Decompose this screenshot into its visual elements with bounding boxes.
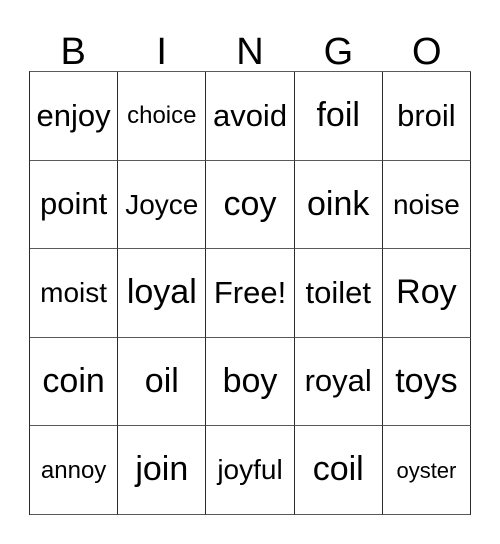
bingo-cell[interactable]: oil [118, 337, 207, 427]
bingo-cell-label: noise [392, 188, 460, 220]
bingo-header-letter: I [156, 31, 167, 73]
bingo-header-row: B I N G O [29, 18, 471, 71]
bingo-cell[interactable]: boy [206, 337, 295, 427]
bingo-row: moist loyal Free! toilet Roy [30, 249, 472, 338]
bingo-cell[interactable]: noise [382, 160, 472, 250]
bingo-header-cell-o: O [383, 18, 471, 71]
bingo-cell[interactable]: coil [294, 426, 383, 515]
bingo-cell[interactable]: oink [294, 160, 383, 250]
bingo-cell-label: annoy [40, 456, 107, 484]
bingo-cell-label: moist [40, 277, 108, 309]
bingo-cell-label: Joyce [125, 188, 199, 220]
bingo-header-letter: N [236, 31, 264, 73]
bingo-header-letter: G [323, 31, 354, 73]
bingo-cell-label: boy [222, 361, 278, 400]
bingo-cell-label: broil [397, 97, 456, 133]
bingo-cell[interactable]: annoy [30, 426, 119, 515]
bingo-header-cell-g: G [294, 18, 382, 71]
bingo-cell[interactable]: royal [294, 337, 383, 427]
bingo-cell-free-space[interactable]: Free! [206, 249, 295, 338]
bingo-cell[interactable]: avoid [206, 72, 295, 161]
bingo-cell-label: toilet [305, 274, 371, 310]
bingo-cell-label: choice [127, 102, 197, 130]
bingo-cell-label: oil [144, 361, 179, 400]
bingo-cell-label: loyal [126, 273, 197, 312]
bingo-cell[interactable]: broil [382, 72, 472, 161]
bingo-cell-label: oink [307, 184, 370, 223]
bingo-header-cell-b: B [29, 18, 117, 71]
bingo-cell[interactable]: toys [382, 337, 472, 427]
bingo-cell[interactable]: moist [30, 249, 119, 338]
bingo-cell-label: coy [223, 184, 277, 223]
bingo-row: point Joyce coy oink noise [30, 160, 472, 250]
bingo-cell-label: royal [304, 363, 372, 399]
bingo-cell-label: coil [312, 450, 364, 489]
bingo-row: enjoy choice avoid foil broil [30, 72, 472, 161]
bingo-cell-label: join [135, 450, 189, 489]
bingo-cell-label: toys [395, 361, 458, 400]
bingo-free-space-label: Free! [213, 274, 287, 310]
bingo-cell[interactable]: coy [206, 160, 295, 250]
bingo-row: coin oil boy royal toys [30, 337, 472, 427]
bingo-cell[interactable]: join [118, 426, 207, 515]
bingo-card: B I N G O enjoy choice avoid foil broil … [0, 0, 500, 544]
bingo-cell[interactable]: point [30, 160, 119, 250]
bingo-cell-label: oyster [396, 457, 457, 483]
bingo-row: annoy join joyful coil oyster [30, 426, 472, 515]
bingo-cell[interactable]: foil [294, 72, 383, 161]
bingo-cell-label: joyful [217, 454, 283, 486]
bingo-cell-label: coin [42, 361, 105, 400]
bingo-cell-label: enjoy [36, 97, 111, 133]
bingo-cell[interactable]: Joyce [118, 160, 207, 250]
bingo-cell-label: foil [316, 95, 360, 134]
bingo-header-cell-i: I [117, 18, 205, 71]
bingo-cell[interactable]: choice [118, 72, 207, 161]
bingo-cell-label: avoid [212, 97, 288, 133]
bingo-cell[interactable]: coin [30, 337, 119, 427]
bingo-header-letter: O [412, 31, 442, 73]
bingo-cell-label: Roy [396, 273, 457, 312]
bingo-cell[interactable]: loyal [118, 249, 207, 338]
bingo-cell[interactable]: oyster [382, 426, 472, 515]
bingo-cell[interactable]: toilet [294, 249, 383, 338]
bingo-cell[interactable]: joyful [206, 426, 295, 515]
bingo-grid: enjoy choice avoid foil broil point Joyc… [29, 71, 472, 515]
bingo-cell[interactable]: Roy [382, 249, 472, 338]
bingo-cell-label: point [39, 186, 108, 222]
bingo-header-letter: B [60, 31, 86, 73]
bingo-header-cell-n: N [206, 18, 294, 71]
bingo-cell[interactable]: enjoy [30, 72, 119, 161]
